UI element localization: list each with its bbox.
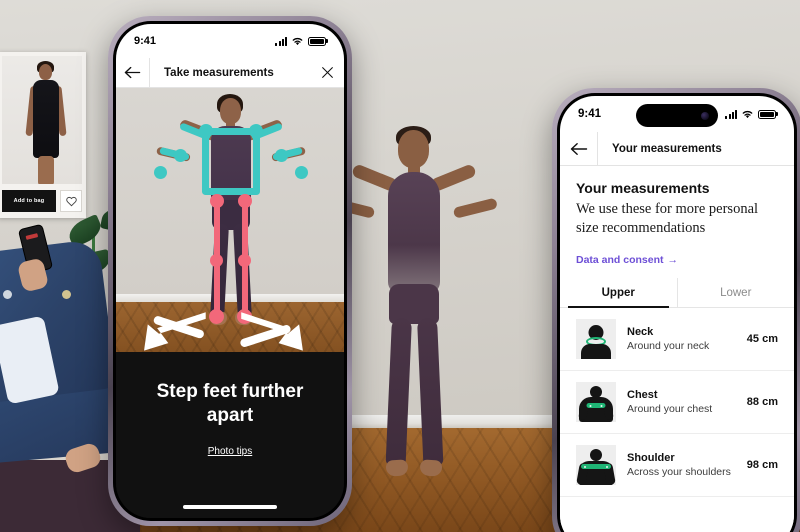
battery-icon (308, 36, 326, 46)
measurement-row[interactable]: Chest Around your chest 88 cm (560, 371, 794, 435)
measurement-value: 88 cm (746, 396, 778, 409)
scene: Add to bag 9:41 Take measurements Step f… (0, 0, 800, 532)
measurement-description: Across your shoulders (627, 466, 731, 479)
measurement-tabs: Upper Lower (560, 278, 795, 309)
coaching-panel: Step feet further apart Photo tips (116, 352, 344, 518)
measurement-value: 45 cm (746, 333, 778, 346)
measurement-name: Shoulder (627, 452, 675, 465)
heart-icon (65, 196, 77, 206)
neck-measure-icon (576, 319, 616, 360)
add-to-bag-button[interactable]: Add to bag (2, 190, 56, 212)
arrow-left-icon (570, 142, 587, 155)
tab-lower[interactable]: Lower (676, 278, 795, 308)
page-title: Your measurements (612, 142, 722, 155)
tab-upper[interactable]: Upper (560, 278, 677, 309)
battery-icon (758, 109, 776, 119)
chest-measure-icon (576, 382, 616, 423)
screen-take-measurements: 9:41 Take measurements Step feet further… (116, 24, 344, 518)
wifi-icon (742, 110, 753, 119)
measurements-heading: Your measurements (576, 180, 710, 196)
status-time: 9:41 (134, 35, 157, 47)
nav-bar-results: Your measurements (560, 132, 794, 166)
screen-your-measurements: 9:41 Your measurements Your measurements… (560, 96, 794, 532)
cellular-signal-icon (275, 36, 287, 46)
product-image (2, 56, 82, 184)
measurements-body: Your measurements We use these for more … (560, 166, 794, 532)
phone-take-measurements: 9:41 Take measurements Step feet further… (108, 16, 352, 526)
favourite-button[interactable] (60, 190, 82, 212)
shoulder-measure-icon (576, 445, 616, 486)
measurement-row[interactable]: Shoulder Across your shoulders 98 cm (560, 434, 794, 498)
status-time: 9:41 (578, 108, 602, 120)
phone-your-measurements: 9:41 Your measurements Your measurements… (552, 88, 800, 532)
wifi-icon (292, 37, 303, 46)
measurement-value: 98 cm (746, 459, 778, 472)
data-and-consent-label: Data and consent (576, 254, 664, 267)
coaching-instruction: Step feet further apart (156, 381, 304, 426)
home-indicator (183, 505, 277, 509)
photo-tips-link[interactable]: Photo tips (208, 446, 252, 457)
measurement-name: Neck (627, 326, 654, 339)
arrow-left-icon (124, 66, 141, 79)
product-actions: Add to bag (2, 190, 82, 212)
data-and-consent-link[interactable]: Data and consent → (576, 254, 678, 266)
measurements-subheading: We use these for more personal size reco… (576, 201, 759, 237)
arrow-right-icon: → (667, 254, 679, 267)
status-bar-results: 9:41 (560, 96, 794, 132)
close-icon (321, 67, 333, 78)
back-button[interactable] (560, 132, 598, 165)
measurements-intro: Your measurements We use these for more … (560, 166, 794, 278)
page-title: Take measurements (164, 66, 274, 79)
back-button[interactable] (116, 58, 150, 87)
cellular-signal-icon (725, 109, 737, 119)
nav-bar-capture: Take measurements (116, 58, 344, 88)
status-bar-capture: 9:41 (116, 24, 344, 58)
measurement-row[interactable]: Neck Around your neck 45 cm (560, 308, 794, 372)
measurement-description: Around your chest (627, 403, 713, 416)
measurement-description: Around your neck (627, 340, 710, 353)
product-card[interactable]: Add to bag (0, 52, 86, 218)
measurement-name: Chest (627, 389, 658, 402)
close-button[interactable] (310, 66, 344, 79)
